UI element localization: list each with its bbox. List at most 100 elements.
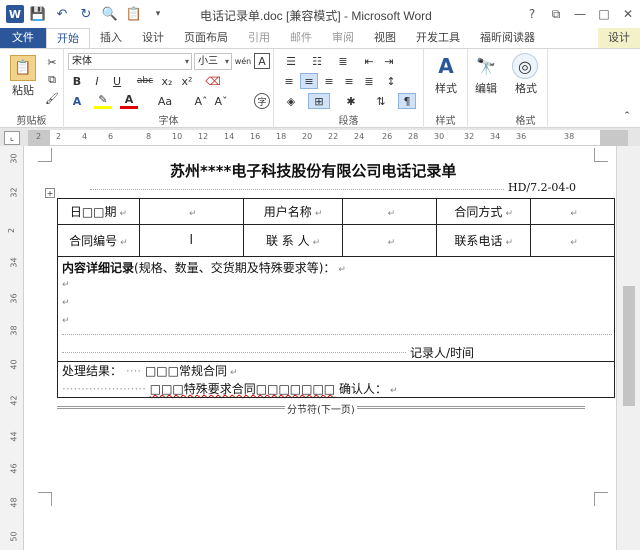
show-marks-icon[interactable]: ¶ — [398, 93, 416, 109]
format-icon[interactable]: ◎ — [512, 53, 538, 79]
ruler-number: 38 — [564, 132, 575, 141]
align-right-icon[interactable]: ≡ — [320, 73, 338, 89]
maximize-button[interactable]: □ — [592, 0, 616, 28]
minimize-button[interactable]: — — [568, 0, 592, 28]
styles-button[interactable]: 样式 — [428, 81, 464, 95]
grow-font-button[interactable]: Aˆ — [192, 93, 210, 109]
tab-references[interactable]: 引用 — [238, 28, 280, 48]
result-row: 处理结果： ···· □□□常规合同 ↵ — [62, 364, 238, 378]
tab-design[interactable]: 设计 — [132, 28, 174, 48]
detail-record-heading[interactable]: 内容详细记录(规格、数量、交货期及特殊要求等)： ↵ — [62, 259, 346, 276]
table-cell[interactable]: ↵ — [342, 198, 438, 225]
increase-indent-icon[interactable]: ⇥ — [380, 53, 398, 69]
line-spacing-icon[interactable]: ↕ — [382, 73, 400, 89]
borders-icon[interactable]: ⊞ — [308, 93, 330, 109]
tab-file[interactable]: 文件 — [0, 28, 46, 48]
table-cell[interactable]: 合同编号 ↵ — [57, 224, 140, 257]
tab-layout[interactable]: 页面布局 — [174, 28, 238, 48]
dotted-underline — [90, 189, 504, 190]
character-border-icon[interactable]: A — [254, 53, 270, 69]
binoculars-icon[interactable]: 🔭 — [474, 53, 498, 79]
scrollbar-thumb[interactable] — [623, 286, 635, 406]
strikethrough-button[interactable]: abc — [134, 73, 156, 89]
phonetic-guide-icon[interactable]: wén — [234, 53, 252, 69]
special-contract-option[interactable]: □□□特殊要求合同□□□□□□□ — [150, 382, 335, 396]
distributed-icon[interactable]: ≣ — [360, 73, 378, 89]
regular-contract-option[interactable]: □□□常规合同 — [145, 364, 227, 378]
editing-button[interactable]: 编辑 — [470, 81, 502, 95]
font-name-combo[interactable]: 宋体 ▾ — [68, 53, 192, 70]
copy-icon[interactable]: ⧉ — [44, 73, 60, 87]
vertical-ruler[interactable]: 30 32 2 34 36 38 40 42 44 46 48 50 — [0, 146, 24, 550]
format-group-label: 格式 — [515, 116, 536, 127]
styles-gallery-icon[interactable]: A — [432, 53, 460, 79]
text-effects-icon[interactable]: A — [68, 93, 86, 109]
enclose-characters-button[interactable]: 字 — [254, 93, 270, 109]
table-cell[interactable]: 合同方式 ↵ — [436, 198, 532, 225]
format-painter-icon[interactable]: 🖌 — [44, 91, 60, 105]
tab-view[interactable]: 视图 — [364, 28, 406, 48]
table-cell[interactable]: 联 系 人 ↵ — [242, 224, 344, 257]
shading-icon[interactable]: ◈ — [280, 93, 302, 109]
change-case-button[interactable]: Aa — [154, 93, 176, 109]
word-app-icon[interactable]: W — [6, 5, 24, 23]
save-icon[interactable]: 💾 — [28, 4, 48, 24]
horizontal-ruler[interactable]: 2 2 4 6 8 10 12 14 16 18 20 22 24 26 28 … — [28, 130, 628, 146]
table-cell[interactable]: 用户名称 ↵ — [242, 198, 344, 225]
justify-icon[interactable]: ≡ — [340, 73, 358, 89]
table-cell[interactable]: 日□□期 ↵ — [57, 198, 140, 225]
help-button[interactable]: ? — [520, 0, 544, 28]
bullets-icon[interactable]: ☰ — [280, 53, 302, 69]
vertical-scrollbar[interactable] — [616, 146, 640, 550]
multilevel-list-icon[interactable]: ≣ — [332, 53, 354, 69]
underline-button[interactable]: U — [108, 73, 126, 89]
asian-layout-icon[interactable]: ✱ — [340, 93, 362, 109]
tab-home[interactable]: 开始 — [46, 28, 90, 48]
table-cell[interactable]: 联系电话 ↵ — [436, 224, 532, 257]
customize-toolbar-icon[interactable]: ▾ — [148, 4, 168, 24]
table-cell[interactable]: I — [138, 224, 244, 257]
tab-insert[interactable]: 插入 — [90, 28, 132, 48]
table-cell[interactable]: ↵ — [530, 224, 615, 257]
ruler-number: 12 — [198, 132, 209, 141]
paste-button[interactable]: 粘贴 — [6, 83, 40, 97]
paragraph-group-label: 段落 — [338, 116, 359, 127]
ribbon-display-button[interactable]: ⧉ — [544, 0, 568, 28]
table-cell[interactable]: ↵ — [138, 198, 244, 225]
tab-mailings[interactable]: 邮件 — [280, 28, 322, 48]
ruler-number: 50 — [9, 531, 19, 542]
table-move-handle-icon[interactable]: + — [45, 188, 55, 198]
tab-table-design[interactable]: 设计 — [598, 28, 640, 48]
table-cell[interactable]: ↵ — [342, 224, 438, 257]
tab-developer[interactable]: 开发工具 — [406, 28, 470, 48]
tab-selector-icon[interactable]: ⌞ — [4, 131, 20, 145]
undo-icon[interactable]: ↶ — [52, 4, 72, 24]
paste-button-icon[interactable]: 📋 — [10, 55, 36, 81]
font-color-icon[interactable]: A — [120, 93, 138, 109]
paste-icon[interactable]: 📋 — [124, 4, 144, 24]
print-preview-icon[interactable]: 🔍 — [100, 4, 120, 24]
numbering-icon[interactable]: ☷ — [306, 53, 328, 69]
redo-icon[interactable]: ↻ — [76, 4, 96, 24]
close-button[interactable]: ✕ — [616, 0, 640, 28]
superscript-button[interactable]: x² — [178, 73, 196, 89]
table-cell[interactable]: ↵ — [530, 198, 615, 225]
bold-button[interactable]: B — [68, 73, 86, 89]
tab-foxit[interactable]: 福昕阅读器 — [470, 28, 545, 48]
align-left-icon[interactable]: ≡ — [280, 73, 298, 89]
format-button[interactable]: 格式 — [508, 81, 544, 95]
cut-icon[interactable]: ✂ — [44, 55, 60, 69]
tab-review[interactable]: 审阅 — [322, 28, 364, 48]
decrease-indent-icon[interactable]: ⇤ — [360, 53, 378, 69]
collapse-ribbon-icon[interactable]: ⌃ — [620, 109, 634, 123]
ruler-number: 36 — [9, 293, 19, 304]
highlight-color-icon[interactable]: ✎ — [94, 93, 112, 109]
align-center-icon[interactable]: ≡ — [300, 73, 318, 89]
sort-icon[interactable]: ⇅ — [372, 93, 390, 109]
italic-button[interactable]: I — [88, 73, 106, 89]
subscript-button[interactable]: x₂ — [158, 73, 176, 89]
editing-group: 🔭 编辑 — [468, 49, 504, 129]
font-size-combo[interactable]: 小三 ▾ — [194, 53, 232, 70]
shrink-font-button[interactable]: Aˇ — [212, 93, 230, 109]
clear-formatting-icon[interactable]: ⌫ — [204, 73, 222, 89]
